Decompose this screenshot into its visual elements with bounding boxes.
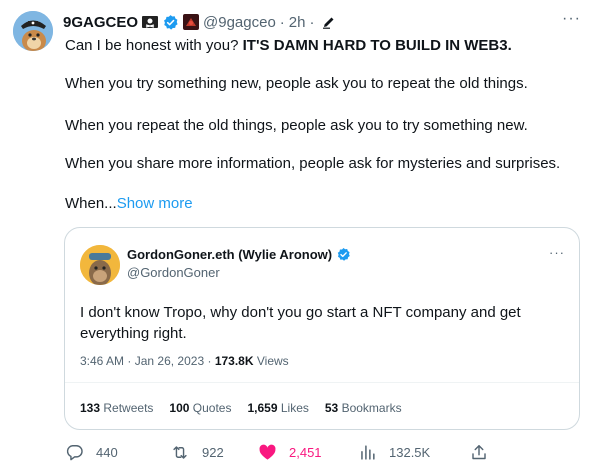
quoted-author-handle[interactable]: @GordonGoner bbox=[127, 265, 220, 280]
reply-icon bbox=[66, 444, 83, 460]
tweet-p1-lead: Can I be honest with you? bbox=[65, 37, 243, 54]
ape-avatar-image bbox=[80, 245, 120, 285]
reply-count: 440 bbox=[96, 444, 118, 460]
header-separator: · bbox=[279, 13, 285, 31]
reply-button[interactable]: 440 bbox=[65, 441, 118, 463]
affiliate-badge-icon[interactable] bbox=[183, 14, 200, 30]
edit-icon[interactable] bbox=[322, 15, 336, 29]
quoted-meta-dot: · bbox=[127, 354, 132, 368]
tweet-p1-bold: IT'S DAMN HARD TO BUILD IN WEB3. bbox=[242, 37, 512, 54]
stat-count: 133 bbox=[80, 401, 101, 415]
tweet-header: 9GAGCEO @9gagceo · 2h · bbox=[63, 12, 336, 32]
quoted-views-label: Views bbox=[256, 354, 289, 368]
quoted-tweet-card[interactable]: GordonGoner.eth (Wylie Aronow) @GordonGo… bbox=[64, 227, 580, 430]
views-count: 132.5K bbox=[389, 444, 431, 460]
views-button[interactable]: 132.5K bbox=[358, 441, 430, 463]
quoted-stat-quotes[interactable]: 100 Quotes bbox=[169, 401, 231, 415]
retweet-count: 922 bbox=[202, 444, 224, 460]
tweet-timestamp[interactable]: 2h bbox=[289, 14, 306, 31]
share-button[interactable] bbox=[470, 441, 500, 463]
more-options-button[interactable]: ··· bbox=[562, 10, 581, 28]
stat-label: Likes bbox=[280, 401, 309, 415]
stat-label: Quotes bbox=[192, 401, 232, 415]
quoted-author-name-row: GordonGoner.eth (Wylie Aronow) bbox=[127, 247, 351, 262]
tweet-action-bar: 440 922 2,451 132.5K bbox=[63, 441, 493, 463]
stat-label: Bookmarks bbox=[341, 401, 402, 415]
header-separator-2: · bbox=[309, 13, 315, 31]
retweet-icon bbox=[173, 445, 187, 459]
retweet-button[interactable]: 922 bbox=[170, 441, 224, 463]
quoted-tweet-text: I don't know Tropo, why don't you go sta… bbox=[80, 304, 521, 342]
verified-badge-icon[interactable] bbox=[336, 247, 351, 262]
tweet-paragraph-3: When you repeat the old things, people a… bbox=[65, 117, 528, 134]
quoted-stat-likes[interactable]: 1,659 Likes bbox=[247, 401, 308, 415]
tweet-paragraph-2: When you try something new, people ask y… bbox=[65, 75, 528, 92]
verified-badge-icon[interactable] bbox=[162, 14, 179, 31]
pirate-flag-emoji-icon bbox=[142, 15, 159, 29]
tweet-paragraph-4: When you share more information, people … bbox=[65, 155, 561, 172]
quoted-tweet-meta: 3:46 AM · Jan 26, 2023 · 173.8K Views bbox=[80, 354, 289, 368]
quoted-author-avatar[interactable] bbox=[80, 245, 120, 285]
show-more-link[interactable]: Show more bbox=[117, 195, 193, 212]
quoted-more-options-button[interactable]: ··· bbox=[549, 245, 565, 260]
quoted-date[interactable]: Jan 26, 2023 bbox=[135, 354, 204, 368]
stat-label: Retweets bbox=[103, 401, 154, 415]
quoted-meta-dot-2: · bbox=[207, 354, 212, 368]
like-count: 2,451 bbox=[289, 444, 322, 460]
quoted-author-name[interactable]: GordonGoner.eth (Wylie Aronow) bbox=[127, 247, 332, 262]
author-handle[interactable]: @9gagceo bbox=[203, 14, 276, 31]
quoted-stat-retweets[interactable]: 133 Retweets bbox=[80, 401, 153, 415]
quoted-views-count: 173.8K bbox=[214, 354, 254, 368]
quoted-stat-bookmarks[interactable]: 53 Bookmarks bbox=[325, 401, 402, 415]
views-bar-chart-icon bbox=[361, 444, 375, 460]
like-button[interactable]: 2,451 bbox=[258, 441, 322, 463]
author-avatar[interactable] bbox=[13, 11, 53, 51]
quoted-stats: 133 Retweets 100 Quotes 1,659 Likes 53 B… bbox=[80, 401, 402, 415]
quoted-divider bbox=[65, 382, 579, 383]
doge-avatar-image bbox=[13, 11, 53, 51]
quoted-time[interactable]: 3:46 AM bbox=[80, 354, 124, 368]
stat-count: 100 bbox=[169, 401, 190, 415]
heart-filled-icon bbox=[259, 444, 276, 460]
stat-count: 53 bbox=[324, 401, 339, 415]
tweet-paragraph-1: Can I be honest with you? IT'S DAMN HARD… bbox=[65, 36, 512, 56]
stat-count: 1,659 bbox=[247, 401, 278, 415]
share-icon bbox=[472, 444, 486, 459]
author-name[interactable]: 9GAGCEO bbox=[63, 14, 138, 31]
tweet-p5-lead: When... bbox=[65, 195, 117, 212]
tweet-paragraph-5: When...Show more bbox=[65, 194, 193, 214]
